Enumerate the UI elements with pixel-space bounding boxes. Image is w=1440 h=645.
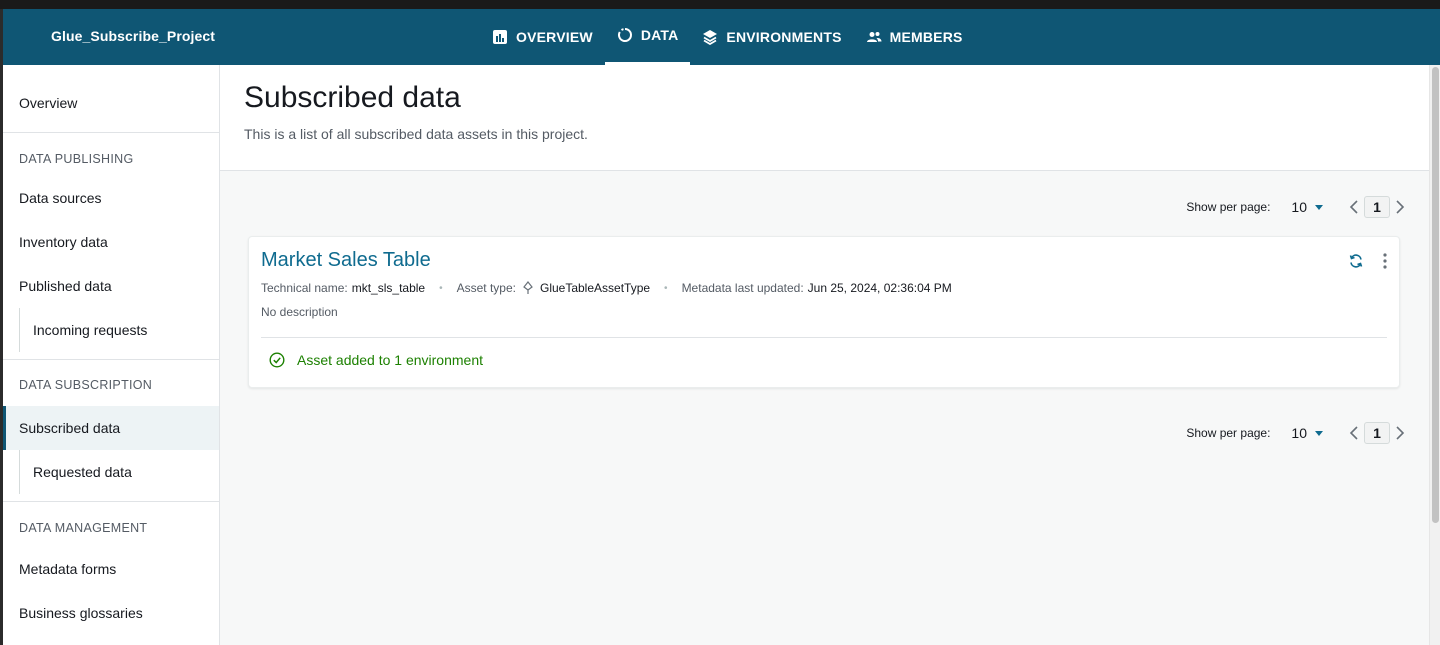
tab-data-label: DATA [640,27,679,43]
sidebar-item-metadata-forms[interactable]: Metadata forms [3,547,219,591]
main-content: Subscribed data This is a list of all su… [220,65,1429,645]
bar-chart-icon [493,30,507,44]
check-circle-icon [269,352,285,368]
next-page-button[interactable] [1395,426,1405,440]
asset-description: No description [261,305,338,319]
sidebar-item-inventory-data[interactable]: Inventory data [3,220,219,264]
asset-title-link[interactable]: Market Sales Table [261,249,431,272]
current-page-button[interactable]: 1 [1364,196,1390,218]
asset-type-value: GlueTableAssetType [539,281,651,295]
refresh-button[interactable] [1349,254,1363,268]
pagination-bottom: Show per page: 10 1 [1186,422,1405,444]
sidebar-item-requested-data[interactable]: Requested data [19,450,219,494]
caret-down-icon [1315,204,1323,210]
chevron-right-icon [1396,200,1405,214]
tab-data[interactable]: DATA [604,9,691,65]
tab-environments[interactable]: ENVIRONMENTS [690,9,853,65]
asset-type-icon [523,281,533,294]
per-page-value: 10 [1291,199,1307,215]
sidebar-item-incoming-requests[interactable]: Incoming requests [19,308,219,352]
technical-name-label: Technical name: [261,281,348,295]
tab-overview[interactable]: OVERVIEW [480,9,605,65]
top-navigation-bar: Glue_Subscribe_Project OVERVIEW DATA ENV… [3,9,1440,65]
per-page-select[interactable]: 10 [1291,199,1323,215]
sidebar-section-data-management: DATA MANAGEMENT [3,501,219,547]
vertical-scrollbar[interactable] [1429,65,1440,645]
per-page-label: Show per page: [1186,426,1271,440]
sidebar-item-data-sources[interactable]: Data sources [3,176,219,220]
page-title: Subscribed data [244,81,461,114]
prev-page-button[interactable] [1349,426,1359,440]
chevron-right-icon [1396,426,1405,440]
data-circle-icon [617,28,632,42]
tab-environments-label: ENVIRONMENTS [726,29,842,45]
layers-icon [703,30,718,45]
per-page-label: Show per page: [1186,200,1271,214]
asset-status: Asset added to 1 environment [269,352,483,368]
asset-status-text: Asset added to 1 environment [297,352,484,368]
page-description: This is a list of all subscribed data as… [244,126,588,142]
chevron-left-icon [1349,426,1358,440]
sidebar-item-published-data[interactable]: Published data [3,264,219,308]
window-top-strip [0,0,1440,9]
metadata-updated-value: Jun 25, 2024, 02:36:04 PM [807,281,952,295]
sidebar: Overview DATA PUBLISHING Data sources In… [3,65,220,645]
asset-card: Market Sales Table Technical name: mkt_s… [248,236,1400,388]
per-page-select[interactable]: 10 [1291,425,1323,441]
next-page-button[interactable] [1395,200,1405,214]
prev-page-button[interactable] [1349,200,1359,214]
card-divider [261,337,1387,338]
technical-name-value: mkt_sls_table [351,281,426,295]
chevron-left-icon [1349,200,1358,214]
people-icon [866,32,882,42]
card-actions [1349,253,1387,269]
project-name[interactable]: Glue_Subscribe_Project [51,28,215,44]
more-actions-button[interactable] [1383,253,1387,269]
asset-type-label: Asset type: [456,281,516,295]
separator-dot: • [439,282,443,294]
metadata-updated-label: Metadata last updated: [681,281,804,295]
sidebar-section-data-subscription: DATA SUBSCRIPTION [3,359,219,406]
refresh-icon [1349,254,1363,268]
scrollbar-thumb[interactable] [1432,67,1439,523]
main-tabs: OVERVIEW DATA ENVIRONMENTS MEMBERS [480,9,975,65]
sidebar-item-overview[interactable]: Overview [3,65,219,132]
more-vertical-icon [1383,253,1387,269]
page-header: Subscribed data This is a list of all su… [220,65,1429,171]
separator-dot: • [664,282,668,294]
caret-down-icon [1315,430,1323,436]
tab-overview-label: OVERVIEW [516,29,593,45]
tab-members[interactable]: MEMBERS [854,9,975,65]
asset-metadata-row: Technical name: mkt_sls_table • Asset ty… [261,281,952,295]
pagination-top: Show per page: 10 1 [1186,196,1405,218]
sidebar-item-business-glossaries[interactable]: Business glossaries [3,591,219,635]
current-page-button[interactable]: 1 [1364,422,1390,444]
sidebar-item-subscribed-data[interactable]: Subscribed data [3,406,219,450]
per-page-value: 10 [1291,425,1307,441]
tab-members-label: MEMBERS [889,29,963,45]
